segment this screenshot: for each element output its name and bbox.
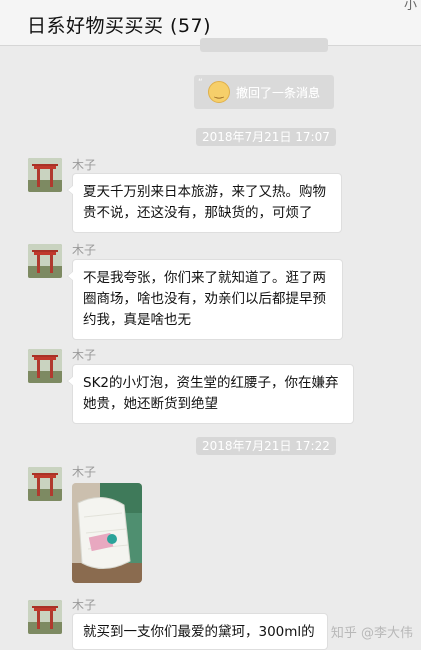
smile-emoji-icon: ‿ bbox=[208, 81, 230, 103]
timestamp: 2018年7月21日 17:07 bbox=[196, 128, 336, 146]
chat-title[interactable]: 日系好物买买买 (57) bbox=[27, 11, 211, 38]
timestamp: 2018年7月21日 17:22 bbox=[196, 437, 336, 455]
sender-name: 木子 bbox=[72, 598, 97, 612]
message-bubble[interactable]: 就买到一支你们最爱的黛珂，300ml的 bbox=[72, 613, 328, 650]
sender-name: 木子 bbox=[72, 243, 97, 257]
message-bubble[interactable]: 不是我夸张，你们来了就知道了。逛了两圈商场，啥也没有，劝亲们以后都提早预约我，真… bbox=[67, 259, 343, 340]
recall-notice: ‿ “ 撤回了一条消息 bbox=[194, 75, 334, 109]
message-bubble[interactable]: SK2的小灯泡，资生堂的红腰子，你在嫌弃她贵，她还断货到绝望 bbox=[67, 364, 354, 424]
photo-message[interactable] bbox=[72, 483, 142, 583]
avatar[interactable] bbox=[28, 349, 62, 383]
sender-name: 木子 bbox=[72, 348, 97, 362]
recall-text: 撤回了一条消息 bbox=[236, 85, 321, 100]
timestamp-partial bbox=[200, 38, 328, 52]
avatar[interactable] bbox=[28, 158, 62, 192]
message-bubble[interactable]: 夏天千万别来日本旅游，来了又热。购物贵不说，还这没有，那缺货的，可烦了 bbox=[67, 173, 342, 233]
quote-mark-icon: “ bbox=[198, 78, 203, 88]
avatar[interactable] bbox=[28, 600, 62, 634]
avatar[interactable] bbox=[28, 244, 62, 278]
sender-name: 木子 bbox=[72, 158, 97, 172]
sender-name: 木子 bbox=[72, 465, 97, 479]
watermark: 知乎 @李大伟 bbox=[330, 626, 413, 641]
corner-glyph: 小 bbox=[403, 0, 417, 13]
avatar[interactable] bbox=[28, 467, 62, 501]
